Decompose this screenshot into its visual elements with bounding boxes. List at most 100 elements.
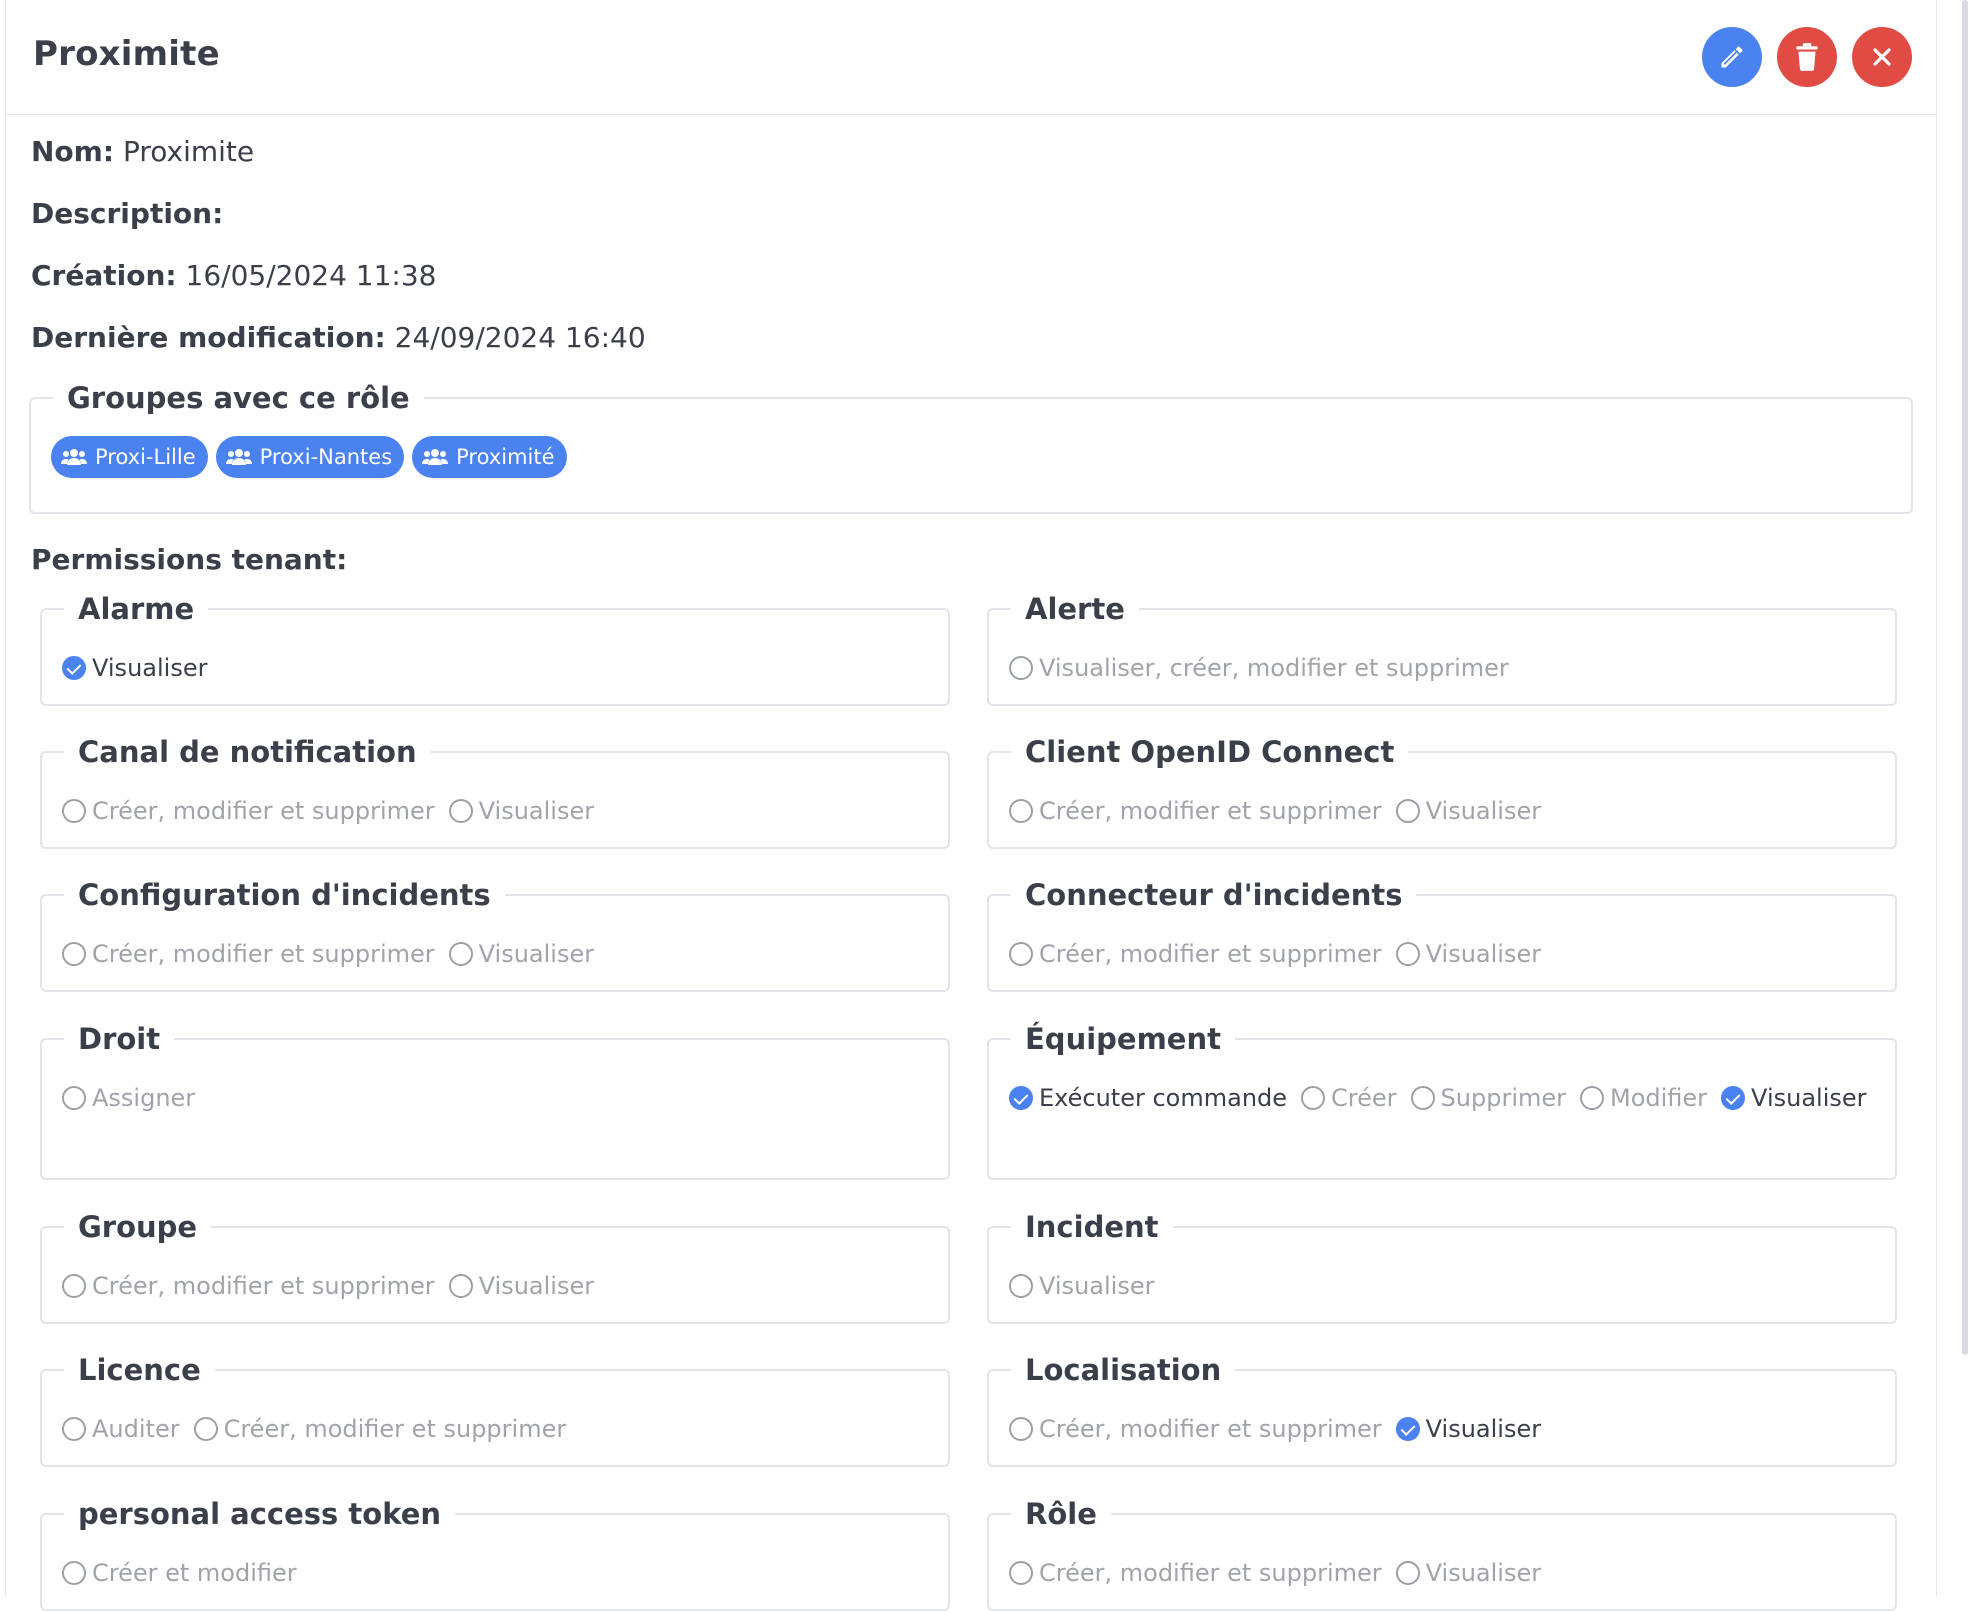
- permission-option-label: Visualiser: [478, 940, 595, 968]
- unchecked-radio-icon[interactable]: [1580, 1086, 1604, 1110]
- permission-option[interactable]: Visualiser: [1395, 1556, 1542, 1590]
- permission-option[interactable]: Créer, modifier et supprimer: [1009, 937, 1382, 971]
- permission-option[interactable]: Visualiser: [448, 794, 595, 828]
- checked-radio-icon[interactable]: [1395, 1417, 1420, 1441]
- unchecked-radio-icon[interactable]: [1395, 1561, 1420, 1585]
- permission-option[interactable]: Visualiser: [448, 1269, 594, 1303]
- unchecked-radio-icon[interactable]: [62, 1417, 86, 1441]
- permission-option[interactable]: Modifier: [1580, 1081, 1707, 1115]
- description-label: Description:: [31, 197, 224, 230]
- group-chip[interactable]: Proxi-Lille: [51, 436, 208, 478]
- permission-option[interactable]: Créer, modifier et supprimer: [62, 1269, 435, 1303]
- permission-option-label: Créer, modifier et supprimer: [1039, 797, 1382, 825]
- permission-section-title: Alerte: [1025, 592, 1125, 626]
- permission-section-title: Connecteur d'incidents: [1025, 878, 1403, 912]
- permission-option[interactable]: Visualiser: [1395, 937, 1541, 971]
- unchecked-radio-icon[interactable]: [62, 1274, 86, 1298]
- edit-button[interactable]: [1702, 27, 1762, 87]
- permission-option[interactable]: Visualiser: [1009, 1269, 1154, 1303]
- permission-options: Créer et modifier: [62, 1556, 938, 1590]
- permission-section: Client OpenID Connect Créer, modifier et …: [987, 732, 1897, 849]
- permission-option[interactable]: Créer, modifier et supprimer: [1009, 794, 1382, 828]
- group-chip[interactable]: Proximité: [412, 436, 567, 478]
- permission-option-label: Exécuter commande: [1039, 1084, 1288, 1112]
- permission-option-label: Visualiser, créer, modifier et supprimer: [1039, 654, 1509, 682]
- permission-options: Créer, modifier et supprimer Visualiser: [1009, 794, 1885, 828]
- permission-section: Équipement Exécuter commande Créer Supprime…: [987, 1019, 1897, 1180]
- group-chip-label: Proximité: [456, 445, 555, 469]
- group-chips: Proxi-Lille Proxi-Nantes Proximité: [51, 436, 567, 478]
- permission-option[interactable]: Supprimer: [1410, 1081, 1566, 1115]
- permission-options: Visualiser: [1009, 1269, 1885, 1303]
- unchecked-radio-icon[interactable]: [1009, 656, 1033, 680]
- role-detail-panel: Proximite Nom: Proximite Description: Cr…: [5, 0, 1937, 1611]
- delete-button[interactable]: [1777, 27, 1837, 87]
- unchecked-radio-icon[interactable]: [62, 1561, 86, 1585]
- permission-option-label: Visualiser: [1425, 797, 1542, 825]
- permission-section-title: Localisation: [1025, 1353, 1222, 1387]
- checked-radio-icon[interactable]: [1009, 1086, 1033, 1110]
- permission-option-label: Assigner: [92, 1084, 196, 1112]
- permission-option-label: Modifier: [1610, 1084, 1708, 1112]
- unchecked-radio-icon[interactable]: [1395, 799, 1420, 823]
- permission-option[interactable]: Visualiser: [1395, 1412, 1542, 1446]
- permission-option[interactable]: Auditer: [62, 1412, 180, 1446]
- unchecked-radio-icon[interactable]: [1410, 1086, 1435, 1110]
- unchecked-radio-icon[interactable]: [1009, 1274, 1033, 1298]
- unchecked-radio-icon[interactable]: [193, 1417, 218, 1441]
- unchecked-radio-icon[interactable]: [448, 1274, 473, 1298]
- close-button[interactable]: [1852, 27, 1912, 87]
- unchecked-radio-icon[interactable]: [62, 942, 86, 966]
- unchecked-radio-icon[interactable]: [1009, 942, 1033, 966]
- permission-option-label: Créer et modifier: [92, 1559, 297, 1587]
- permission-section-title: Alarme: [78, 592, 195, 626]
- permission-section-title: Équipement: [1025, 1022, 1221, 1056]
- info-created: Création: 16/05/2024 11:38: [31, 259, 436, 292]
- users-icon: [225, 449, 252, 465]
- permission-option[interactable]: Créer, modifier et supprimer: [62, 937, 435, 971]
- unchecked-radio-icon[interactable]: [448, 942, 473, 966]
- unchecked-radio-icon[interactable]: [448, 799, 473, 823]
- info-modified: Dernière modification: 24/09/2024 16:40: [31, 321, 646, 354]
- checked-radio-icon[interactable]: [62, 656, 86, 680]
- permission-option[interactable]: Créer, modifier et supprimer: [193, 1412, 566, 1446]
- permission-option[interactable]: Visualiser: [448, 937, 595, 971]
- permission-section: Licence Auditer Créer, modifier et supprim…: [40, 1350, 950, 1467]
- permission-option[interactable]: Visualiser: [62, 651, 207, 685]
- permission-option-label: Visualiser: [1425, 1559, 1542, 1587]
- panel-header: Proximite: [6, 0, 1936, 115]
- group-chip[interactable]: Proxi-Nantes: [215, 436, 405, 478]
- permission-option[interactable]: Visualiser, créer, modifier et supprimer: [1009, 651, 1509, 685]
- permission-option-label: Visualiser: [92, 654, 208, 682]
- unchecked-radio-icon[interactable]: [62, 799, 86, 823]
- permission-option-label: Visualiser: [478, 797, 595, 825]
- permission-section: Configuration d'incidents Créer, modifier…: [40, 875, 950, 992]
- users-icon: [61, 449, 87, 465]
- permission-option-label: Auditer: [92, 1415, 180, 1443]
- permission-option[interactable]: Créer, modifier et supprimer: [1009, 1556, 1382, 1590]
- permission-options: Assigner: [62, 1081, 938, 1115]
- permission-option[interactable]: Créer: [1301, 1081, 1397, 1115]
- unchecked-radio-icon[interactable]: [1009, 1561, 1033, 1585]
- unchecked-radio-icon[interactable]: [1395, 942, 1420, 966]
- scrollbar[interactable]: [1962, 0, 1968, 1355]
- unchecked-radio-icon[interactable]: [1009, 1417, 1033, 1441]
- unchecked-radio-icon[interactable]: [62, 1086, 86, 1110]
- permission-option[interactable]: Exécuter commande: [1009, 1081, 1287, 1115]
- permission-option-label: Créer, modifier et supprimer: [1039, 1415, 1382, 1443]
- permission-option[interactable]: Visualiser: [1721, 1081, 1867, 1115]
- permission-option-label: Visualiser: [1425, 1415, 1542, 1443]
- checked-radio-icon[interactable]: [1721, 1086, 1746, 1110]
- permission-options: Créer, modifier et supprimer Visualiser: [1009, 1556, 1885, 1590]
- permission-option[interactable]: Visualiser: [1395, 794, 1542, 828]
- permission-section-title: Client OpenID Connect: [1025, 735, 1395, 769]
- unchecked-radio-icon[interactable]: [1301, 1086, 1326, 1110]
- permission-section: Incident Visualiser: [987, 1207, 1897, 1324]
- permission-option[interactable]: Créer et modifier: [62, 1556, 297, 1590]
- permission-option-label: Visualiser: [1751, 1084, 1867, 1112]
- permission-option[interactable]: Créer, modifier et supprimer: [1009, 1412, 1382, 1446]
- permission-option[interactable]: Créer, modifier et supprimer: [62, 794, 435, 828]
- unchecked-radio-icon[interactable]: [1009, 799, 1033, 823]
- permission-option[interactable]: Assigner: [62, 1081, 195, 1115]
- users-icon: [422, 449, 449, 465]
